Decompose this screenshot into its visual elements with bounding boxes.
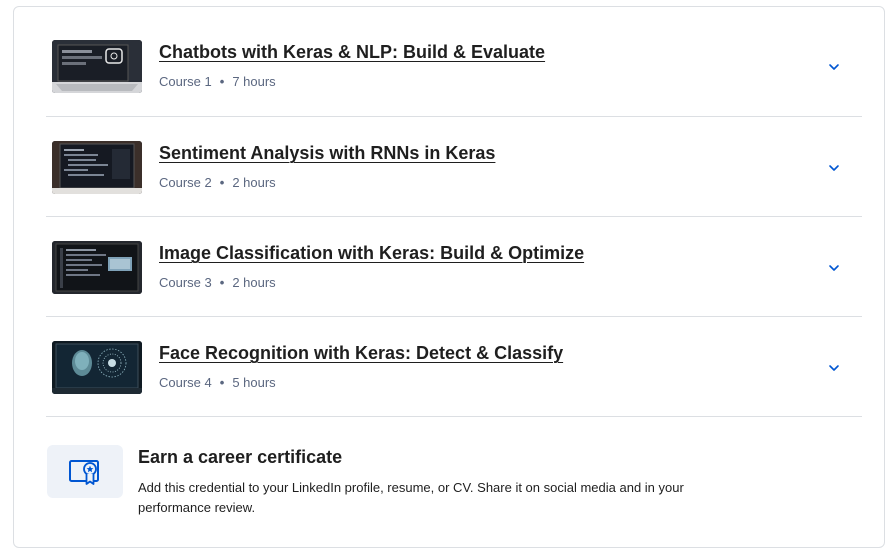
course-duration: 2 hours [232, 275, 276, 290]
separator-dot: • [219, 175, 225, 190]
course-thumbnail [52, 141, 142, 194]
face-recognition-image [52, 341, 142, 394]
chevron-down-icon[interactable] [826, 59, 842, 75]
course-title[interactable]: Sentiment Analysis with RNNs in Keras [159, 143, 495, 164]
career-certificate-section: Earn a career certificate Add this crede… [46, 420, 862, 530]
course-number: Course 2 [159, 175, 212, 190]
course-list: Chatbots with Keras & NLP: Build & Evalu… [46, 16, 862, 417]
chevron-down-icon[interactable] [826, 360, 842, 376]
chevron-down-icon[interactable] [826, 260, 842, 276]
course-meta: Course 3 • 2 hours [159, 275, 276, 290]
chevron-down-icon[interactable] [826, 160, 842, 176]
course-title[interactable]: Face Recognition with Keras: Detect & Cl… [159, 343, 563, 364]
chatbot-laptop-image [52, 40, 142, 93]
course-thumbnail [52, 241, 142, 294]
certificate-icon-box [47, 445, 123, 498]
course-row-3[interactable]: Image Classification with Keras: Build &… [46, 217, 862, 317]
course-number: Course 4 [159, 375, 212, 390]
separator-dot: • [219, 375, 225, 390]
certificate-title: Earn a career certificate [138, 447, 343, 467]
course-thumbnail [52, 341, 142, 394]
separator-dot: • [219, 74, 225, 89]
course-duration: 2 hours [232, 175, 276, 190]
image-classification-screen-image [52, 241, 142, 294]
course-meta: Course 4 • 5 hours [159, 375, 276, 390]
course-number: Course 1 [159, 74, 212, 89]
course-title[interactable]: Image Classification with Keras: Build &… [159, 243, 584, 264]
course-duration: 5 hours [232, 375, 276, 390]
course-number: Course 3 [159, 275, 212, 290]
certificate-description: Add this credential to your LinkedIn pro… [138, 480, 684, 515]
course-row-2[interactable]: Sentiment Analysis with RNNs in Keras Co… [46, 117, 862, 217]
separator-dot: • [219, 275, 225, 290]
course-title[interactable]: Chatbots with Keras & NLP: Build & Evalu… [159, 42, 545, 63]
certificate-icon [69, 460, 99, 485]
code-screen-image [52, 141, 142, 194]
course-meta: Course 1 • 7 hours [159, 74, 276, 89]
course-row-1[interactable]: Chatbots with Keras & NLP: Build & Evalu… [46, 16, 862, 117]
course-row-4[interactable]: Face Recognition with Keras: Detect & Cl… [46, 317, 862, 417]
course-meta: Course 2 • 2 hours [159, 175, 276, 190]
course-thumbnail [52, 40, 142, 93]
course-duration: 7 hours [232, 74, 276, 89]
